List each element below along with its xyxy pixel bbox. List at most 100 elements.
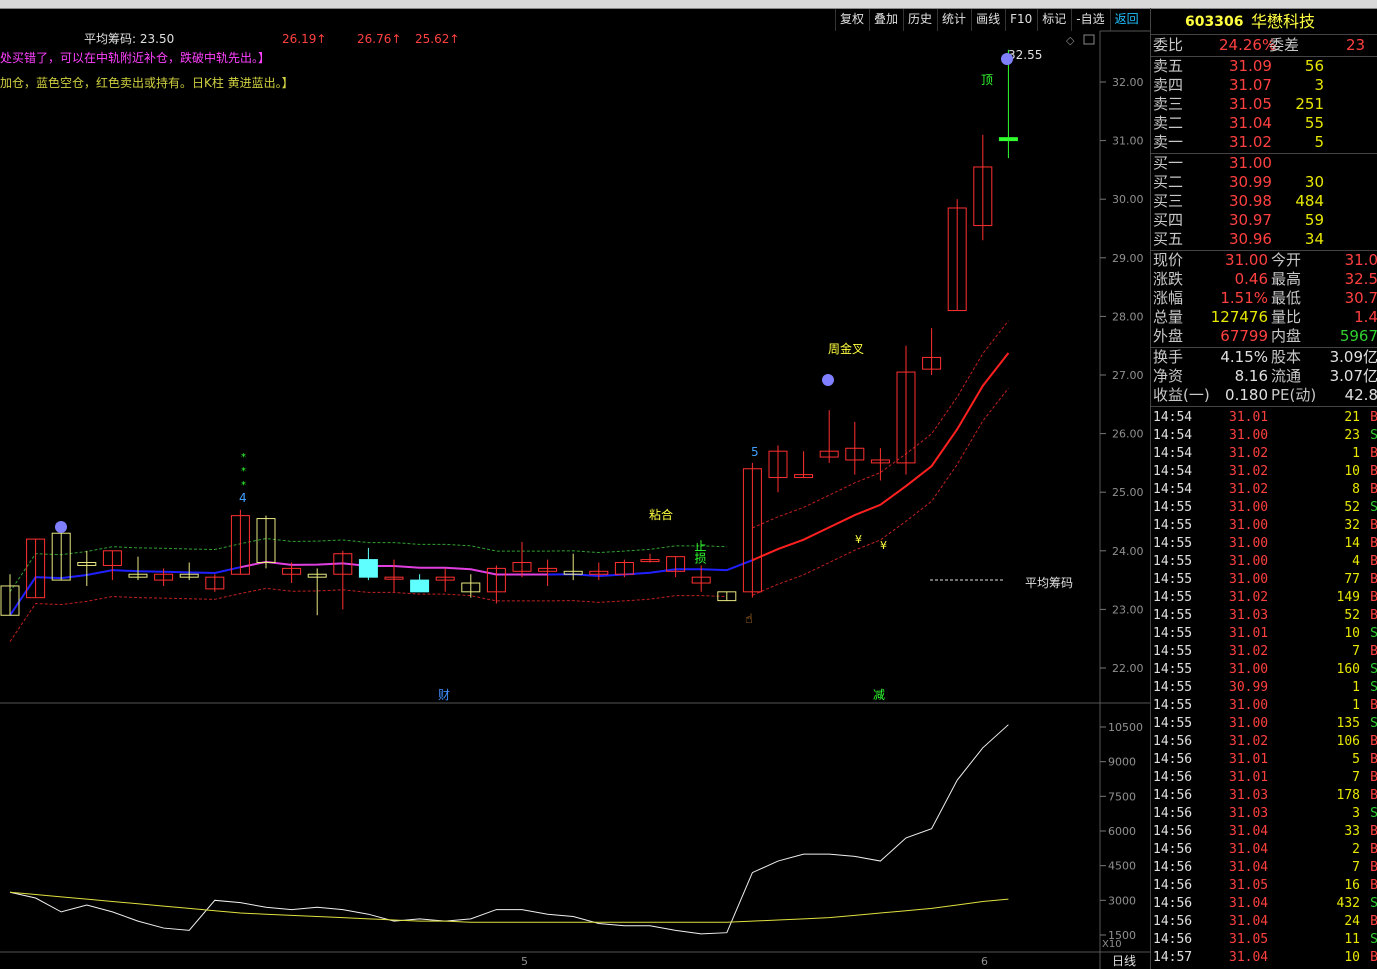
candle-body [358,559,378,578]
tick-price: 31.02 [1229,482,1269,497]
tick-time: 14:54 [1153,482,1193,497]
stick-signal: 粘合 [649,507,673,522]
date-label: 6 [981,955,988,968]
tick-volume: 24 [1344,914,1360,929]
tick-row: 14:56 31.04 2 B [1151,841,1377,859]
ask-price: 31.04 [1229,114,1272,132]
candles [0,49,1018,616]
diamond-icon[interactable]: ◇ [1066,34,1075,47]
tick-time: 14:56 [1153,788,1193,803]
period-label[interactable]: 日线 [1112,954,1136,968]
yen-icon: ¥ [855,533,862,546]
candle-body [998,137,1018,142]
tick-volume: 11 [1344,932,1360,947]
tick-time: 14:55 [1153,680,1193,695]
tick-direction: B [1370,572,1377,587]
tick-direction: B [1370,608,1377,623]
reduce-marker[interactable]: 减 [873,688,885,702]
quote-label: 最高 [1271,270,1302,288]
price-tick-label: 29.00 [1112,252,1144,265]
volume-tick-label: 9000 [1108,756,1136,769]
bid-volume: 30 [1304,173,1324,191]
indicator-value-2: 26.76↑ [357,32,401,46]
tick-row: 14:56 31.04 33 B [1151,823,1377,841]
tick-time: 14:55 [1153,572,1193,587]
ask-price: 31.02 [1229,133,1272,151]
tick-price: 31.00 [1229,554,1269,569]
tick-volume: 52 [1344,608,1360,623]
tick-time: 14:55 [1153,500,1193,515]
volume-tick-label: 3000 [1108,894,1136,907]
ask-level-label: 卖二 [1153,114,1184,132]
mid-line-blue [547,559,753,577]
tick-volume: 7 [1352,860,1360,875]
indicator-value-3: 25.62↑ [415,32,459,46]
fund-label: 净资 [1153,367,1184,385]
tick-direction: B [1370,734,1377,749]
tick-direction: B [1370,950,1377,965]
tick-direction: S [1370,428,1377,443]
tick-volume: 432 [1336,896,1360,911]
price-tick-label: 31.00 [1112,135,1144,148]
quote-row: 总量 127476 量比 1.4 [1151,308,1377,327]
tick-row: 14:55 31.00 135 S [1151,715,1377,733]
lower-band [9,587,727,642]
tick-price: 31.00 [1229,572,1269,587]
ask-volume: 3 [1314,76,1324,94]
tick-price: 31.00 [1229,428,1269,443]
tick-direction: S [1370,932,1377,947]
weicha-value: 23 [1346,36,1366,54]
tick-row: 14:55 31.00 52 S [1151,499,1377,517]
price-tick-label: 23.00 [1112,603,1144,616]
yen-icon: ¥ [880,539,887,552]
quote-label: 今开 [1271,251,1302,269]
tick-time: 14:54 [1153,464,1193,479]
tick-row: 14:54 31.00 23 S [1151,427,1377,445]
kline-chart[interactable]: ◇ 平均筹码: 23.50 26.19↑ 26.76↑ 25.62↑ 处买错了，… [0,0,1150,969]
tick-volume: 10 [1344,626,1360,641]
volume-tick-label: 10500 [1108,721,1143,734]
ask-price: 31.07 [1229,76,1272,94]
count-five: 5 [751,445,759,459]
bid-row: 买五 30.96 34 [1151,230,1377,249]
tick-direction: B [1370,482,1377,497]
tick-price: 31.02 [1229,590,1269,605]
finance-marker[interactable]: 财 [438,688,450,702]
strategy-note-2: 加仓，蓝色空仓，红色卖出或持有。日K柱 黄进蓝出。】 [0,75,294,90]
tick-price: 31.04 [1229,896,1269,911]
tick-price: 31.00 [1229,698,1269,713]
quote-value: 30.7 [1344,289,1377,307]
price-tick-label: 24.00 [1112,545,1144,558]
tick-row: 14:54 31.02 8 B [1151,481,1377,499]
tick-time: 14:54 [1153,410,1193,425]
tick-row: 14:55 31.00 1 B [1151,697,1377,715]
star-marks: * [241,480,246,491]
bid-level-label: 买二 [1153,173,1184,191]
tick-volume: 10 [1344,950,1360,965]
face-icon [55,521,67,533]
bid-level-label: 买一 [1153,154,1184,172]
ask-volume: 251 [1295,95,1324,113]
tick-volume: 160 [1336,662,1360,677]
fund-value: 8.16 [1234,367,1268,385]
tick-row: 14:55 31.00 32 B [1151,517,1377,535]
tick-row: 14:54 31.01 21 B [1151,409,1377,427]
tick-price: 30.99 [1229,680,1269,695]
tick-row: 14:56 31.01 5 B [1151,751,1377,769]
tick-row: 14:56 31.01 7 B [1151,769,1377,787]
bid-row: 买二 30.99 30 [1151,173,1377,192]
top-signal: 顶 [981,73,993,87]
tick-direction: B [1370,914,1377,929]
tick-time: 14:56 [1153,860,1193,875]
tick-time: 14:54 [1153,428,1193,443]
bid-level-label: 买五 [1153,230,1184,248]
tick-volume: 52 [1344,500,1360,515]
fund-label: 流通 [1271,367,1302,385]
tick-price: 31.04 [1229,860,1269,875]
window-icon[interactable] [1083,34,1095,45]
price-tick-label: 25.00 [1112,486,1144,499]
volume-ma-line [9,891,1009,923]
tick-volume: 149 [1336,590,1360,605]
tick-row: 14:56 31.04 7 B [1151,859,1377,877]
stock-header: 603306 华懋科技 [1151,10,1377,35]
